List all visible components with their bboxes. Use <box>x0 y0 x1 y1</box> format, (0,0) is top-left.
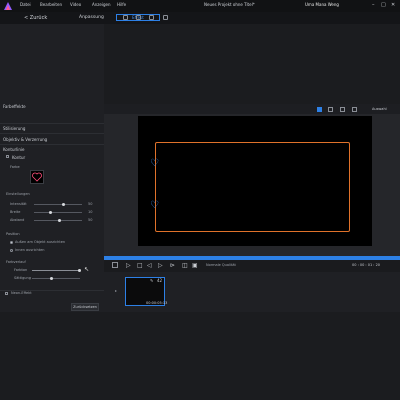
slider-knob[interactable] <box>50 277 53 280</box>
color-label: Farbe <box>10 165 20 169</box>
left-panel <box>0 104 104 314</box>
delete-icon[interactable] <box>149 15 154 20</box>
divider <box>0 133 104 134</box>
stop-icon[interactable]: □ <box>137 262 143 269</box>
tool-dropdown[interactable]: Auswahl <box>372 107 387 111</box>
slider-saturation[interactable] <box>32 278 80 279</box>
divider <box>0 144 104 145</box>
heart-icon <box>32 172 42 182</box>
radio-inside[interactable] <box>10 249 13 252</box>
clip-number: 42 <box>157 278 163 283</box>
neon-checkbox[interactable] <box>5 292 8 295</box>
back-button[interactable]: < Zurück <box>24 15 47 21</box>
left-panel-top <box>0 24 104 114</box>
snapshot-icon[interactable]: ▣ <box>192 262 198 269</box>
settings-header: Einstellungen <box>6 192 30 196</box>
adjust-label: Anpassung <box>79 15 104 20</box>
menu-edit[interactable]: Bearbeiten <box>40 2 62 7</box>
section-contour-line[interactable]: Konturlinie <box>3 147 24 152</box>
contour-checkbox[interactable] <box>6 155 9 158</box>
zoom-icon[interactable] <box>328 107 333 112</box>
track-handle-icon[interactable]: ▸ <box>115 288 117 293</box>
close-icon[interactable]: ✕ <box>391 2 395 8</box>
slider-hue[interactable] <box>32 270 80 271</box>
heart-icon: ♡ <box>150 158 159 169</box>
slider-knob[interactable] <box>62 203 65 206</box>
reset-button[interactable]: Zurücksetzen <box>71 303 99 311</box>
select-tool-icon[interactable] <box>317 107 322 112</box>
radio-label-outside: Außen am Objekt ausrichten <box>15 240 66 244</box>
slider-label-intensity: Intensität <box>10 202 27 206</box>
play-icon[interactable]: ▷ <box>126 262 131 269</box>
slider-knob[interactable] <box>49 211 52 214</box>
grid-icon[interactable] <box>340 107 345 112</box>
undo-icon[interactable] <box>123 15 128 20</box>
quality-label[interactable]: Normale Qualität <box>206 263 236 267</box>
slider-width[interactable] <box>34 212 82 213</box>
slider-value: 10 <box>88 210 93 214</box>
contour-rectangle <box>155 142 350 232</box>
menu-video[interactable]: Video <box>70 2 81 7</box>
divider <box>0 123 104 124</box>
app-logo-icon <box>4 2 12 10</box>
contour-label: Kontur <box>12 155 26 160</box>
minimize-icon[interactable]: – <box>372 2 375 8</box>
section-color-effects[interactable]: Farbeffekte <box>3 104 26 109</box>
slider-value: 50 <box>88 218 93 222</box>
radio-label-inside: Innen ausrichten <box>15 248 45 252</box>
timecode: 00 : 00 : 01 : 20 <box>352 263 381 267</box>
color-header: Farbverlauf <box>6 260 26 264</box>
menu-help[interactable]: Hilfe <box>117 2 126 7</box>
maximize-icon[interactable]: □ <box>381 2 386 8</box>
slider-intensity[interactable] <box>34 204 82 205</box>
section-neon[interactable]: Neon-Effekt <box>11 291 32 295</box>
slider-value: 50 <box>88 202 93 206</box>
heart-icon: ♡ <box>150 200 159 211</box>
slider-label-hue: Farbton <box>14 268 28 272</box>
fullscreen-icon[interactable] <box>352 107 357 112</box>
loop-icon[interactable] <box>112 262 118 268</box>
slider-label-distance: Abstand <box>10 218 25 222</box>
section-lens-distortion[interactable]: Objektiv & Verzerrung <box>3 137 47 142</box>
redo-icon[interactable] <box>136 15 141 20</box>
prev-frame-icon[interactable]: ◁ <box>147 262 152 269</box>
clip-duration: 00:00:05:13 <box>146 301 168 305</box>
window-title: Neues Projekt ohne Titel* <box>204 2 255 7</box>
edit-icon[interactable]: ✎ <box>150 278 153 283</box>
cursor-icon: ↖ <box>84 266 90 273</box>
position-header: Position <box>6 232 20 236</box>
effect-thumbnail[interactable] <box>30 170 44 184</box>
slider-label-saturation: Sättigung <box>14 276 31 280</box>
section-stylization[interactable]: Stilisierung <box>3 126 25 131</box>
skip-icon[interactable]: ⊳ <box>170 262 175 269</box>
slider-label-width: Breite <box>10 210 21 214</box>
slider-knob[interactable] <box>58 219 61 222</box>
user-name[interactable]: Uma Mana Weng <box>305 2 339 7</box>
menu-file[interactable]: Datei <box>20 2 31 7</box>
menu-view[interactable]: Anzeigen <box>92 2 110 7</box>
export-icon[interactable] <box>163 15 168 20</box>
footer-area <box>0 312 400 400</box>
next-frame-icon[interactable]: ▷ <box>158 262 163 269</box>
radio-outside[interactable] <box>10 241 13 244</box>
volume-icon[interactable]: ◫ <box>182 262 188 269</box>
toolbar <box>0 12 400 24</box>
slider-knob[interactable] <box>78 269 81 272</box>
